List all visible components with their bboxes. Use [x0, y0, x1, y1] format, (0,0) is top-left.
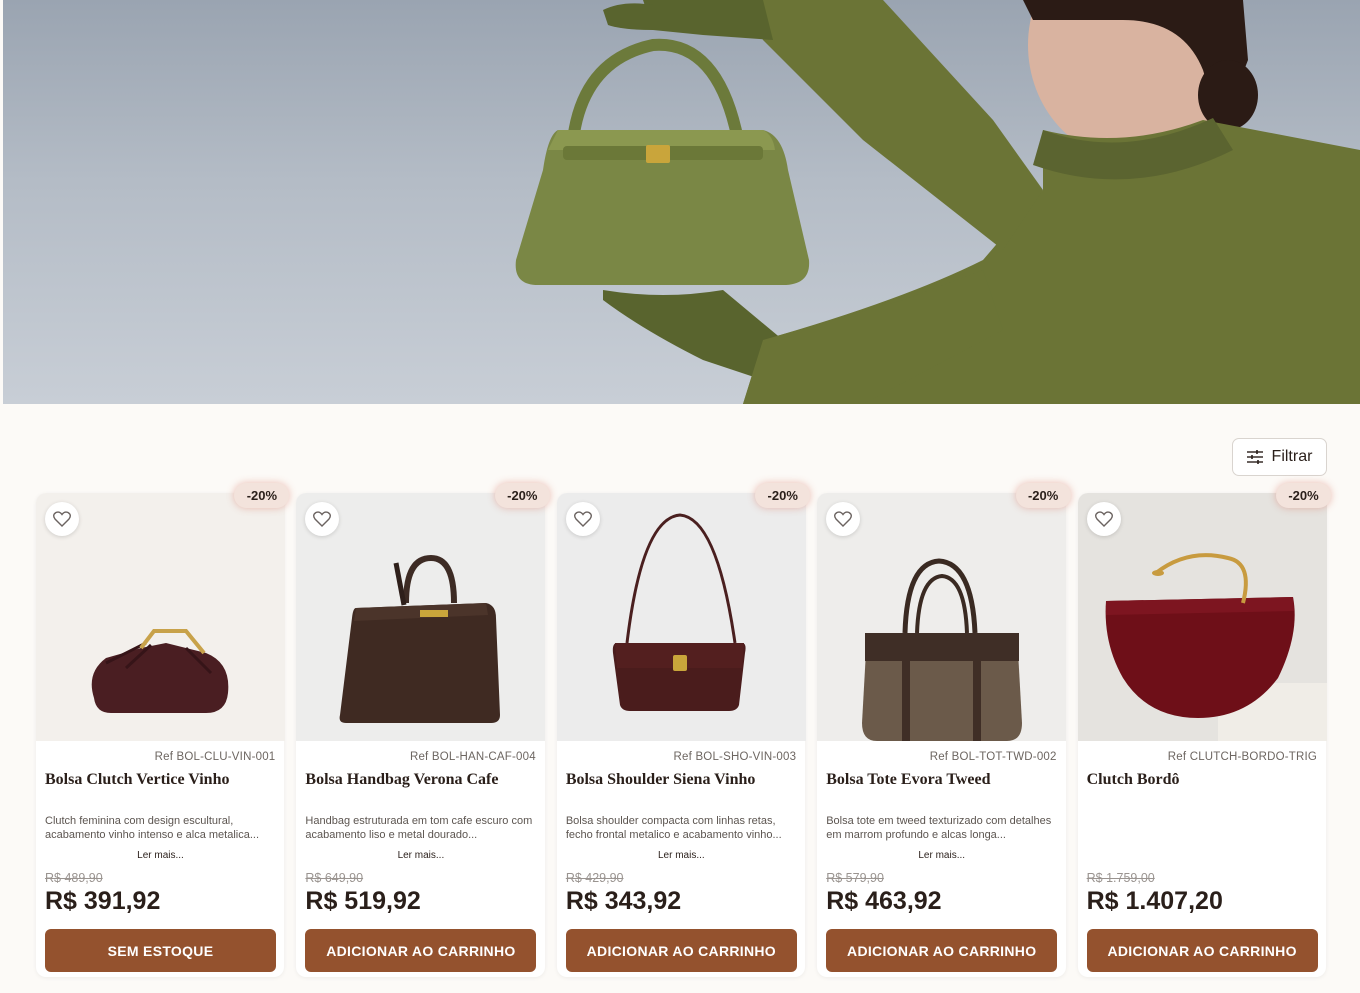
- discount-badge: -20%: [494, 483, 550, 508]
- discount-badge: -20%: [755, 483, 811, 508]
- current-price: R$ 1.407,20: [1086, 887, 1223, 915]
- old-price: R$ 1.759,00: [1086, 871, 1155, 885]
- read-more-link[interactable]: Ler mais...: [557, 850, 806, 861]
- discount-badge: -20%: [1015, 483, 1071, 508]
- favorite-button[interactable]: [565, 502, 600, 536]
- read-more-link[interactable]: Ler mais...: [296, 850, 545, 861]
- filter-label: Filtrar: [1271, 448, 1313, 465]
- product-ref: Ref BOL-SHO-VIN-003: [673, 751, 797, 763]
- filter-button[interactable]: Filtrar: [1232, 438, 1327, 476]
- product-title[interactable]: Bolsa Shoulder Siena Vinho: [566, 771, 801, 789]
- out-of-stock-button[interactable]: SEM ESTOQUE: [45, 929, 276, 972]
- product-title[interactable]: Clutch Bordô: [1087, 771, 1322, 789]
- hero-banner: [3, 0, 1360, 404]
- product-card[interactable]: -20% Ref CLUTCH-BORDO-TRIG Clutch Bordô …: [1077, 483, 1332, 977]
- heart-icon: [1094, 511, 1113, 527]
- heart-icon: [834, 511, 853, 527]
- add-to-cart-button[interactable]: ADICIONAR AO CARRINHO: [826, 929, 1058, 972]
- hero-image: [515, 0, 1360, 404]
- read-more-link[interactable]: Ler mais...: [817, 850, 1066, 861]
- old-price: R$ 489,90: [45, 871, 103, 885]
- product-grid: -20% Ref BOL-CLU-VIN-001 Bolsa Clutch Ve…: [36, 483, 1332, 977]
- product-title[interactable]: Bolsa Clutch Vertice Vinho: [45, 771, 280, 789]
- product-ref: Ref CLUTCH-BORDO-TRIG: [1167, 751, 1318, 763]
- heart-icon: [53, 511, 71, 527]
- heart-icon: [573, 511, 592, 527]
- favorite-button[interactable]: [826, 502, 861, 536]
- old-price: R$ 429,90: [565, 871, 624, 885]
- add-to-cart-button[interactable]: ADICIONAR AO CARRINHO: [565, 929, 797, 972]
- product-card[interactable]: -20% Ref BOL-TOT-TWD-002 Bolsa Tote Evor…: [817, 483, 1071, 977]
- sliders-icon: [1246, 450, 1263, 464]
- discount-badge: -20%: [1276, 483, 1332, 508]
- product-ref: Ref BOL-TOT-TWD-002: [929, 751, 1057, 763]
- discount-badge: -20%: [234, 483, 290, 508]
- favorite-button[interactable]: [45, 502, 79, 536]
- product-title[interactable]: Bolsa Handbag Verona Cafe: [305, 771, 540, 789]
- product-card[interactable]: -20% Ref BOL-CLU-VIN-001 Bolsa Clutch Ve…: [36, 483, 290, 977]
- product-title[interactable]: Bolsa Tote Evora Tweed: [826, 771, 1061, 789]
- favorite-button[interactable]: [1086, 502, 1121, 536]
- product-description: Clutch feminina com design escultural, a…: [45, 815, 260, 841]
- product-card[interactable]: -20% Ref BOL-SHO-VIN-003 Bolsa Shoulder …: [556, 483, 811, 977]
- product-ref: Ref BOL-CLU-VIN-001: [154, 751, 276, 763]
- old-price: R$ 579,90: [826, 871, 884, 885]
- product-card[interactable]: -20% Ref BOL-HAN-CAF-004 Bolsa Handbag V…: [296, 483, 550, 977]
- product-ref: Ref BOL-HAN-CAF-004: [409, 751, 536, 763]
- current-price: R$ 519,92: [305, 887, 421, 915]
- add-to-cart-button[interactable]: ADICIONAR AO CARRINHO: [1086, 929, 1318, 972]
- heart-icon: [313, 511, 332, 527]
- add-to-cart-button[interactable]: ADICIONAR AO CARRINHO: [305, 929, 537, 972]
- product-description: Handbag estruturada em tom cafe escuro c…: [305, 815, 533, 841]
- current-price: R$ 391,92: [45, 887, 161, 915]
- product-description: Bolsa shoulder compacta com linhas retas…: [565, 815, 782, 841]
- current-price: R$ 343,92: [565, 887, 682, 915]
- old-price: R$ 649,90: [305, 871, 364, 885]
- read-more-link[interactable]: Ler mais...: [36, 850, 285, 861]
- current-price: R$ 463,92: [826, 887, 942, 915]
- product-description: Bolsa tote em tweed texturizado com deta…: [826, 815, 1052, 841]
